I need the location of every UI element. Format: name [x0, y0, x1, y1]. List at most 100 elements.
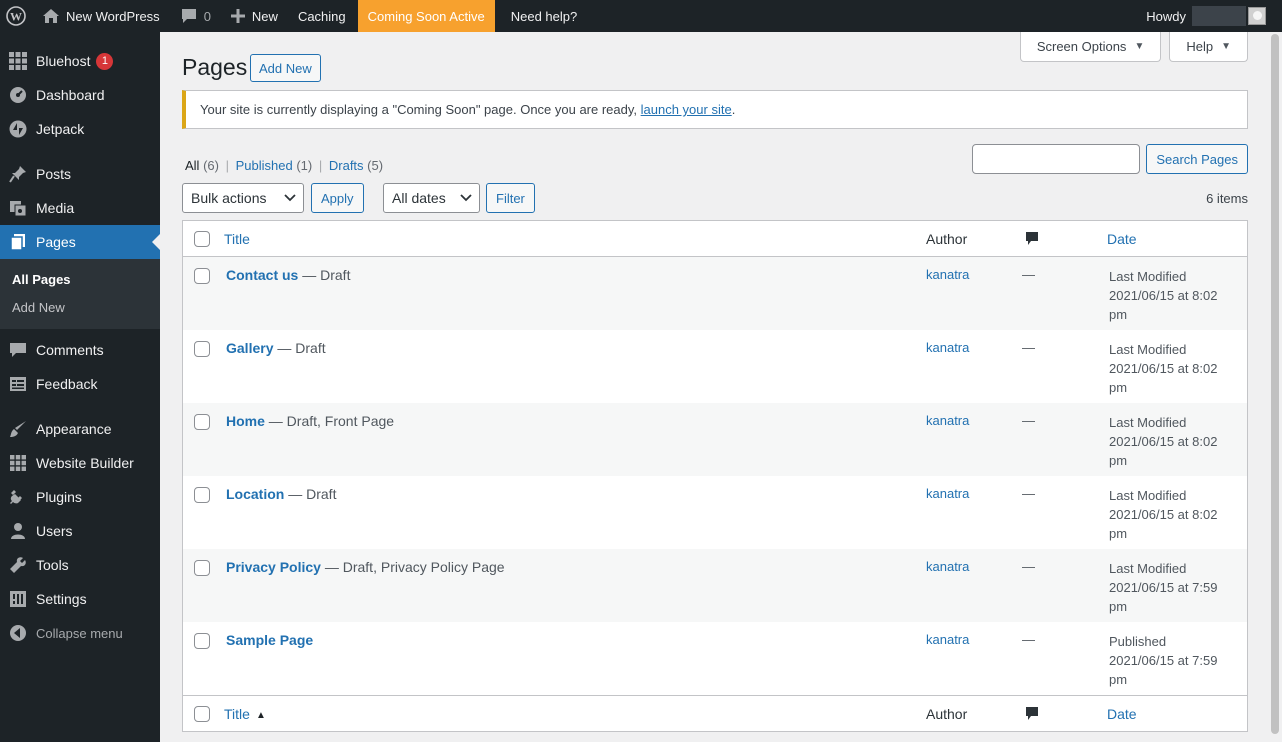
screen-options-button[interactable]: Screen Options ▼ — [1019, 32, 1162, 62]
new-content-menu[interactable]: New — [221, 0, 288, 32]
comments-column-icon — [1025, 231, 1039, 250]
row-author-link[interactable]: kanatra — [926, 267, 969, 282]
sidebar-item-label: Appearance — [36, 421, 112, 437]
page-title: Pages — [182, 54, 248, 80]
search-input[interactable] — [972, 144, 1141, 174]
row-checkbox[interactable] — [194, 487, 210, 503]
sidebar-item-plugins[interactable]: Plugins — [0, 480, 160, 514]
row-title-link[interactable]: Home — [226, 413, 265, 429]
view-drafts[interactable]: Drafts — [329, 158, 364, 173]
need-help-link[interactable]: Need help? — [495, 0, 588, 32]
coming-soon-active-button[interactable]: Coming Soon Active — [357, 0, 495, 32]
apply-button[interactable]: Apply — [311, 183, 364, 213]
sidebar-item-dashboard[interactable]: Dashboard — [0, 78, 160, 112]
sidebar-item-pages[interactable]: Pages — [0, 225, 160, 259]
column-title-footer[interactable]: Title ▲ — [224, 706, 266, 722]
feedback-form-icon — [0, 375, 36, 393]
filter-button[interactable]: Filter — [486, 183, 535, 213]
sidebar-item-users[interactable]: Users — [0, 514, 160, 548]
row-title-cell: Home — Draft, Front Page — [226, 413, 394, 429]
table-row: Gallery — Draft kanatra — Last Modified 2… — [183, 330, 1247, 403]
column-author-header: Author — [926, 231, 968, 247]
wordpress-logo-icon[interactable]: W — [0, 0, 34, 32]
column-date-header[interactable]: Date — [1107, 231, 1137, 247]
bulk-actions-select[interactable]: Bulk actions — [182, 183, 304, 213]
row-checkbox[interactable] — [194, 414, 210, 430]
row-title-cell: Privacy Policy — Draft, Privacy Policy P… — [226, 559, 505, 575]
help-button[interactable]: Help ▼ — [1169, 32, 1248, 62]
search-pages-button[interactable]: Search Pages — [1146, 144, 1248, 174]
view-published[interactable]: Published — [236, 158, 293, 173]
row-checkbox[interactable] — [194, 341, 210, 357]
add-new-button[interactable]: Add New — [250, 54, 321, 82]
help-label: Help — [1186, 39, 1214, 54]
row-checkbox[interactable] — [194, 633, 210, 649]
howdy-label: Howdy — [1146, 8, 1186, 24]
my-account-menu[interactable]: Howdy — [1146, 6, 1282, 26]
row-author-link[interactable]: kanatra — [926, 413, 969, 428]
row-title-cell: Sample Page — [226, 632, 313, 648]
notice-text: Your site is currently displaying a "Com… — [200, 102, 736, 117]
row-title-link[interactable]: Gallery — [226, 340, 273, 356]
row-date: Published 2021/06/15 at 7:59 pm — [1109, 634, 1218, 687]
select-all-checkbox[interactable] — [194, 706, 210, 722]
row-title-link[interactable]: Location — [226, 486, 284, 502]
home-icon — [43, 9, 59, 23]
table-footer: Title ▲ Author Date — [183, 695, 1247, 731]
row-title-link[interactable]: Contact us — [226, 267, 298, 283]
select-all-checkbox[interactable] — [194, 231, 210, 247]
column-date-footer[interactable]: Date — [1107, 706, 1137, 722]
view-all[interactable]: All — [185, 158, 199, 173]
row-checkbox[interactable] — [194, 560, 210, 576]
sidebar-item-tools[interactable]: Tools — [0, 548, 160, 582]
media-icon — [0, 199, 36, 217]
sidebar-item-jetpack[interactable]: Jetpack — [0, 112, 160, 146]
items-count: 6 items — [1206, 191, 1248, 206]
sidebar-item-label: Dashboard — [36, 87, 105, 103]
view-filters: All (6) | Published (1) | Drafts (5) — [185, 158, 383, 173]
sidebar-item-appearance[interactable]: Appearance — [0, 412, 160, 446]
sidebar-item-media[interactable]: Media — [0, 191, 160, 225]
comments-link[interactable]: 0 — [170, 0, 221, 32]
row-comments: — — [1022, 413, 1035, 428]
row-date: Last Modified 2021/06/15 at 8:02 pm — [1109, 415, 1218, 468]
sidebar-item-bluehost[interactable]: Bluehost 1 — [0, 44, 160, 78]
row-author-link[interactable]: kanatra — [926, 632, 969, 647]
row-title-cell: Contact us — Draft — [226, 267, 350, 283]
caching-menu[interactable]: Caching — [288, 0, 356, 32]
sidebar-item-posts[interactable]: Posts — [0, 157, 160, 191]
row-post-state: — Draft — [273, 340, 326, 356]
vertical-scrollbar[interactable] — [1268, 32, 1282, 742]
row-checkbox[interactable] — [194, 268, 210, 284]
scrollbar-thumb[interactable] — [1271, 34, 1279, 734]
row-date: Last Modified 2021/06/15 at 7:59 pm — [1109, 561, 1218, 614]
plus-icon — [230, 9, 245, 23]
site-name-link[interactable]: New WordPress — [34, 0, 170, 32]
sidebar-item-label: Media — [36, 200, 75, 216]
table-navigation: Bulk actions Apply All dates Filter 6 it… — [182, 183, 1248, 213]
row-post-state: — Draft, Privacy Policy Page — [320, 559, 505, 575]
view-all-count: (6) — [203, 158, 219, 173]
screen-options-label: Screen Options — [1036, 39, 1127, 54]
launch-site-link[interactable]: launch your site — [641, 102, 732, 117]
caret-down-icon: ▼ — [1221, 41, 1231, 52]
row-comments: — — [1022, 340, 1035, 355]
collapse-menu-button[interactable]: Collapse menu — [0, 616, 160, 650]
sidebar-item-feedback[interactable]: Feedback — [0, 367, 160, 401]
row-author-link[interactable]: kanatra — [926, 559, 969, 574]
table-row: Contact us — Draft kanatra — Last Modifi… — [183, 257, 1247, 330]
submenu-all-pages[interactable]: All Pages — [0, 266, 160, 294]
paintbrush-icon — [0, 420, 36, 438]
row-title-link[interactable]: Privacy Policy — [226, 559, 321, 575]
row-title-link[interactable]: Sample Page — [226, 632, 313, 648]
view-separator: | — [318, 158, 323, 173]
sidebar-item-comments[interactable]: Comments — [0, 333, 160, 367]
row-author-link[interactable]: kanatra — [926, 340, 969, 355]
row-author-link[interactable]: kanatra — [926, 486, 969, 501]
table-header: Title Author Date — [183, 221, 1247, 257]
dates-select[interactable]: All dates — [383, 183, 480, 213]
sidebar-item-website-builder[interactable]: Website Builder — [0, 446, 160, 480]
sidebar-item-settings[interactable]: Settings — [0, 582, 160, 616]
submenu-add-new[interactable]: Add New — [0, 294, 160, 322]
column-title-header[interactable]: Title — [224, 231, 250, 247]
